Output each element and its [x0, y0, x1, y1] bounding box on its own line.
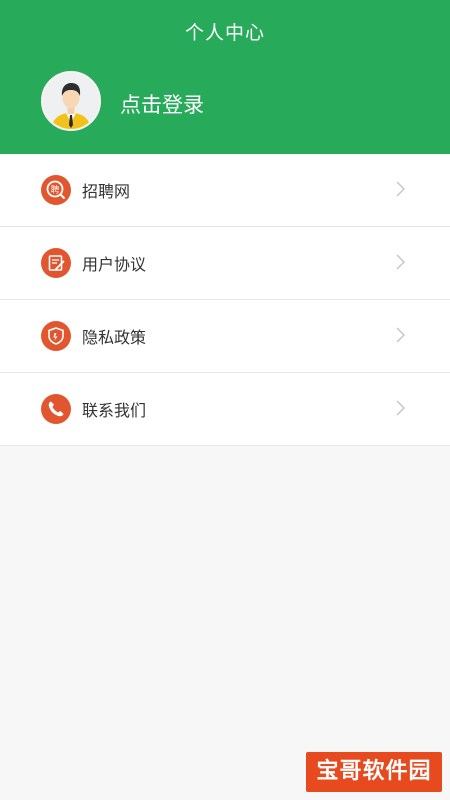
document-edit-icon: [41, 248, 71, 278]
menu-item-label: 隐私政策: [82, 328, 147, 347]
menu-item-privacy-policy[interactable]: 隐私政策: [0, 300, 450, 373]
svg-text:聘: 聘: [51, 185, 60, 196]
profile-header: 个人中心 点击登录: [0, 0, 450, 154]
menu-item-label: 联系我们: [82, 401, 147, 420]
login-link[interactable]: 点击登录: [120, 89, 204, 119]
chevron-right-icon: [396, 181, 405, 197]
recruitment-icon: 聘: [41, 175, 71, 205]
chevron-right-icon: [396, 327, 405, 343]
menu-item-recruitment[interactable]: 聘 招聘网: [0, 154, 450, 227]
avatar[interactable]: [41, 71, 101, 131]
menu-item-label: 用户协议: [82, 255, 147, 274]
settings-menu: 聘 招聘网 用户协议 隐私政策 联系我们: [0, 154, 450, 446]
menu-item-contact-us[interactable]: 联系我们: [0, 373, 450, 446]
shield-icon: [41, 321, 71, 351]
phone-icon: [41, 394, 71, 424]
chevron-right-icon: [396, 254, 405, 270]
menu-item-user-agreement[interactable]: 用户协议: [0, 227, 450, 300]
user-avatar-icon: [43, 73, 99, 129]
chevron-right-icon: [396, 400, 405, 416]
menu-item-label: 招聘网: [82, 182, 131, 201]
watermark: 宝哥软件园: [306, 752, 442, 792]
page-title: 个人中心: [184, 22, 265, 44]
